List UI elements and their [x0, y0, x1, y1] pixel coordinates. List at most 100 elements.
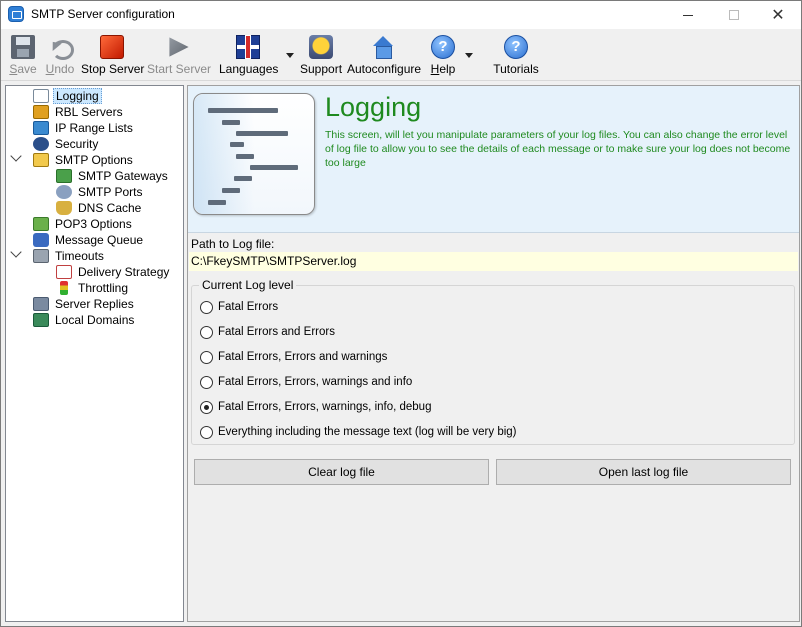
log-level-label: Everything including the message text (l… [218, 426, 517, 438]
start-server-label: Start Server [147, 62, 212, 76]
languages-dropdown-arrow-icon[interactable] [286, 53, 294, 58]
app-window: SMTP Server configuration ✕ Save Undo St… [0, 0, 802, 627]
timeouts-icon [33, 249, 49, 263]
title-bar: SMTP Server configuration ✕ [1, 1, 801, 29]
log-level-label: Fatal Errors and Errors [218, 326, 335, 338]
log-level-option[interactable]: Fatal Errors, Errors, warnings and info [200, 374, 412, 390]
uk-flag-icon [236, 35, 260, 59]
tree-item-smtp-gateways[interactable]: SMTP Gateways [56, 168, 170, 184]
expand-timeouts-icon[interactable] [10, 246, 22, 258]
languages-button[interactable]: Languages [219, 33, 279, 77]
help-button[interactable]: ? Help [426, 33, 460, 77]
page-title: Logging [325, 92, 422, 122]
help-icon: ? [431, 35, 455, 59]
tree-item-delivery-strategy[interactable]: Delivery Strategy [56, 264, 171, 280]
tree-item-local-domains[interactable]: Local Domains [33, 312, 136, 328]
tree-item-label: SMTP Ports [78, 185, 143, 199]
radio-button[interactable] [200, 350, 213, 364]
stop-server-button[interactable]: Stop Server [81, 33, 145, 77]
log-level-label: Fatal Errors [218, 301, 279, 313]
tree-item-security[interactable]: Security [33, 136, 100, 152]
support-button[interactable]: Support [300, 33, 342, 77]
window-title: SMTP Server configuration [31, 7, 175, 21]
radio-button-checked[interactable] [200, 400, 213, 414]
domain-icon [33, 313, 49, 327]
navigation-tree[interactable]: Logging RBL Servers IP Range Lists Secur… [5, 85, 184, 622]
support-label: Support [300, 62, 343, 76]
minimize-button[interactable] [665, 1, 711, 29]
tree-item-label: Delivery Strategy [78, 265, 170, 279]
log-level-option[interactable]: Fatal Errors, Errors, warnings, info, de… [200, 399, 431, 415]
log-path-field[interactable]: C:\FkeySMTP\SMTPServer.log [189, 252, 798, 271]
ports-icon [56, 185, 72, 199]
tree-item-rbl-servers[interactable]: RBL Servers [33, 104, 125, 120]
gateway-icon [56, 169, 72, 183]
autoconfigure-label: Autoconfigure [347, 62, 422, 76]
undo-label: Undo [45, 62, 75, 76]
log-level-group: Current Log level Fatal Errors Fatal Err… [191, 278, 795, 445]
tree-item-smtp-options[interactable]: SMTP Options [33, 152, 135, 168]
tutorials-help-icon: ? [504, 35, 528, 59]
start-server-button[interactable]: Start Server [147, 33, 211, 77]
tree-item-ip-range-lists[interactable]: IP Range Lists [33, 120, 135, 136]
tree-item-smtp-ports[interactable]: SMTP Ports [56, 184, 144, 200]
radio-button[interactable] [200, 300, 213, 314]
tree-item-message-queue[interactable]: Message Queue [33, 232, 145, 248]
log-level-option[interactable]: Everything including the message text (l… [200, 424, 517, 440]
log-level-option[interactable]: Fatal Errors and Errors [200, 324, 335, 340]
stop-icon [100, 35, 124, 59]
log-path-label: Path to Log file: [191, 237, 275, 251]
tree-item-label: Logging [53, 88, 102, 104]
tree-item-label: Message Queue [55, 233, 144, 247]
radio-button[interactable] [200, 325, 213, 339]
security-icon [33, 137, 49, 151]
queue-icon [33, 233, 49, 247]
log-level-label: Fatal Errors, Errors and warnings [218, 351, 388, 363]
log-level-label: Fatal Errors, Errors, warnings, info, de… [218, 401, 432, 413]
radio-button[interactable] [200, 425, 213, 439]
start-play-icon [169, 37, 189, 57]
close-button[interactable]: ✕ [755, 1, 801, 29]
calendar-icon [56, 265, 72, 279]
tree-item-throttling[interactable]: Throttling [56, 280, 130, 296]
server-icon [33, 297, 49, 311]
clear-log-button[interactable]: Clear log file [194, 459, 489, 485]
open-last-log-button[interactable]: Open last log file [496, 459, 791, 485]
tree-item-label: Server Replies [55, 297, 134, 311]
tree-item-label: Throttling [78, 281, 129, 295]
tutorials-button[interactable]: ? Tutorials [491, 33, 541, 77]
help-label: Help [430, 62, 456, 76]
tree-item-logging[interactable]: Logging [33, 88, 102, 104]
tutorials-label: Tutorials [493, 62, 539, 76]
tree-item-label: SMTP Options [55, 153, 133, 167]
tree-item-server-replies[interactable]: Server Replies [33, 296, 136, 312]
tree-item-label: POP3 Options [55, 217, 132, 231]
stop-server-label: Stop Server [81, 62, 145, 76]
dns-icon [56, 201, 72, 215]
undo-arrow-icon [48, 35, 74, 60]
help-dropdown-arrow-icon[interactable] [465, 53, 473, 58]
log-level-option[interactable]: Fatal Errors, Errors and warnings [200, 349, 387, 365]
autoconfigure-button[interactable]: Autoconfigure [347, 33, 422, 77]
tree-item-label: RBL Servers [55, 105, 123, 119]
tree-item-label: Timeouts [55, 249, 104, 263]
log-document-icon [193, 93, 315, 215]
traffic-light-icon [60, 281, 68, 295]
tree-item-timeouts[interactable]: Timeouts [33, 248, 106, 264]
tree-item-pop3-options[interactable]: POP3 Options [33, 216, 134, 232]
pop3-icon [33, 217, 49, 231]
save-button[interactable]: Save [6, 33, 40, 77]
tree-item-dns-cache[interactable]: DNS Cache [56, 200, 143, 216]
radio-button[interactable] [200, 375, 213, 389]
support-icon [309, 35, 333, 59]
expand-smtp-options-icon[interactable] [10, 150, 22, 162]
languages-label: Languages [219, 62, 279, 76]
log-icon [33, 89, 49, 103]
undo-button[interactable]: Undo [43, 33, 77, 77]
log-level-option[interactable]: Fatal Errors [200, 299, 278, 315]
rbl-icon [33, 105, 49, 119]
floppy-disk-icon [11, 35, 35, 59]
page-description: This screen, will let you manipulate par… [325, 129, 791, 169]
page-header: Logging This screen, will let you manipu… [188, 86, 799, 233]
maximize-button[interactable] [711, 1, 757, 29]
